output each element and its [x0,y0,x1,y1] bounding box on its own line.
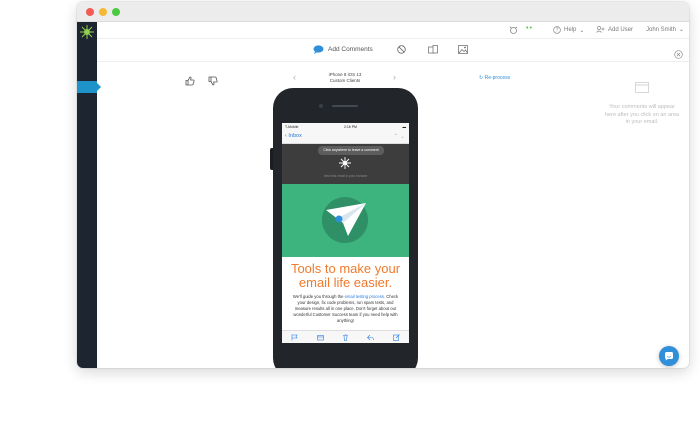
reprocess-label: Re-process [484,75,511,81]
chat-support-button[interactable] [659,346,679,366]
email-body-intro: We'll guide you through the [292,294,345,299]
device-frame-button[interactable] [428,45,438,54]
block-icon [397,45,406,54]
email-header-dark: Click anywhere to leave a comment View t… [282,144,409,184]
email-headline: Tools to make your email life easier. [290,261,401,290]
status-indicator: •• [526,25,533,32]
top-bar: •• ? Help ⌄ Add User John Smith ⌄ [97,22,689,39]
email-body: We'll guide you through the email testin… [282,290,409,324]
help-menu[interactable]: ? Help ⌄ [553,26,584,34]
thumbs-down-icon[interactable] [208,73,218,91]
comments-empty-text: Your comments will appear here after you… [605,104,679,125]
email-hero-banner [282,184,409,257]
battery-icon: ▬ [402,124,407,129]
help-label: Help [564,27,577,33]
user-menu[interactable]: John Smith ⌄ [646,26,685,34]
inbox-back-button[interactable]: ‹ Inbox [285,133,302,139]
svg-text:?: ? [556,28,559,34]
disable-images-button[interactable] [397,45,406,54]
add-comments-label: Add Comments [328,46,373,53]
thumbs-up-icon[interactable] [185,73,195,91]
compose-icon[interactable] [392,333,400,341]
chevron-down-icon: ⌄ [679,27,685,33]
flag-icon[interactable] [291,334,298,341]
device-label[interactable]: iPhone 8 iOS 13 Custom Clients [305,72,385,84]
reprocess-button[interactable]: ↻ Re-process [479,75,510,81]
phone-frame: T-Mobile 2:16 PM ▬ ‹ Inbox ⌃ ⌄ Click any… [270,88,418,368]
preview-toolbar: Add Comments [97,40,689,62]
zoom-window-button[interactable] [112,8,120,16]
folder-icon[interactable] [316,334,324,341]
phone-status-bar: T-Mobile 2:16 PM ▬ [282,123,409,130]
previous-client-button[interactable]: ‹ [293,72,296,82]
phone-time: 2:16 PM [343,124,357,129]
sidebar [77,22,101,368]
add-comments-button[interactable]: Add Comments [313,45,373,54]
chevron-down-icon: ⌄ [579,27,585,34]
comments-pane: Your comments will appear here after you… [597,80,687,127]
speaker-grille [332,105,358,107]
app-logo-icon[interactable] [80,25,94,39]
image-view-button[interactable] [458,45,468,54]
add-user-button[interactable]: Add User [596,26,633,33]
user-name: John Smith [646,26,677,33]
brand-logo-icon [339,157,351,169]
image-icon [458,45,468,54]
minimize-window-button[interactable] [99,8,107,16]
close-icon[interactable] [674,46,683,64]
mail-nav-bar: ‹ Inbox ⌃ ⌄ [282,130,409,144]
help-icon: ? [553,26,561,34]
trash-icon[interactable] [342,333,349,341]
view-in-browser-link[interactable]: View this email in your browser [282,174,409,178]
camera-icon [319,104,323,108]
comment-placeholder-icon [635,82,649,93]
comment-tooltip: Click anywhere to leave a comment [318,146,384,155]
sidebar-item-active[interactable] [77,81,101,93]
email-testing-link[interactable]: email testing process [345,294,384,299]
paper-plane-icon [322,197,368,243]
device-client: Custom Clients [329,78,361,83]
devices-icon [428,45,438,54]
add-user-icon [596,26,605,33]
reply-icon[interactable] [367,334,375,341]
alarm-icon[interactable] [509,26,518,34]
email-preview[interactable]: T-Mobile 2:16 PM ▬ ‹ Inbox ⌃ ⌄ Click any… [282,123,409,343]
app-window: •• ? Help ⌄ Add User John Smith ⌄ Add Co… [77,2,689,368]
close-window-button[interactable] [86,8,94,16]
mail-toolbar [282,330,409,343]
chat-icon [665,352,673,361]
inbox-back-label: Inbox [288,133,302,139]
carrier-label: T-Mobile [285,124,299,129]
message-nav-arrows[interactable]: ⌃ ⌄ [393,133,405,140]
window-titlebar [77,2,689,22]
add-user-label: Add User [608,26,634,33]
refresh-icon: ↻ [479,75,484,81]
next-client-button[interactable]: › [393,72,396,82]
comment-bubble-icon [313,45,324,54]
